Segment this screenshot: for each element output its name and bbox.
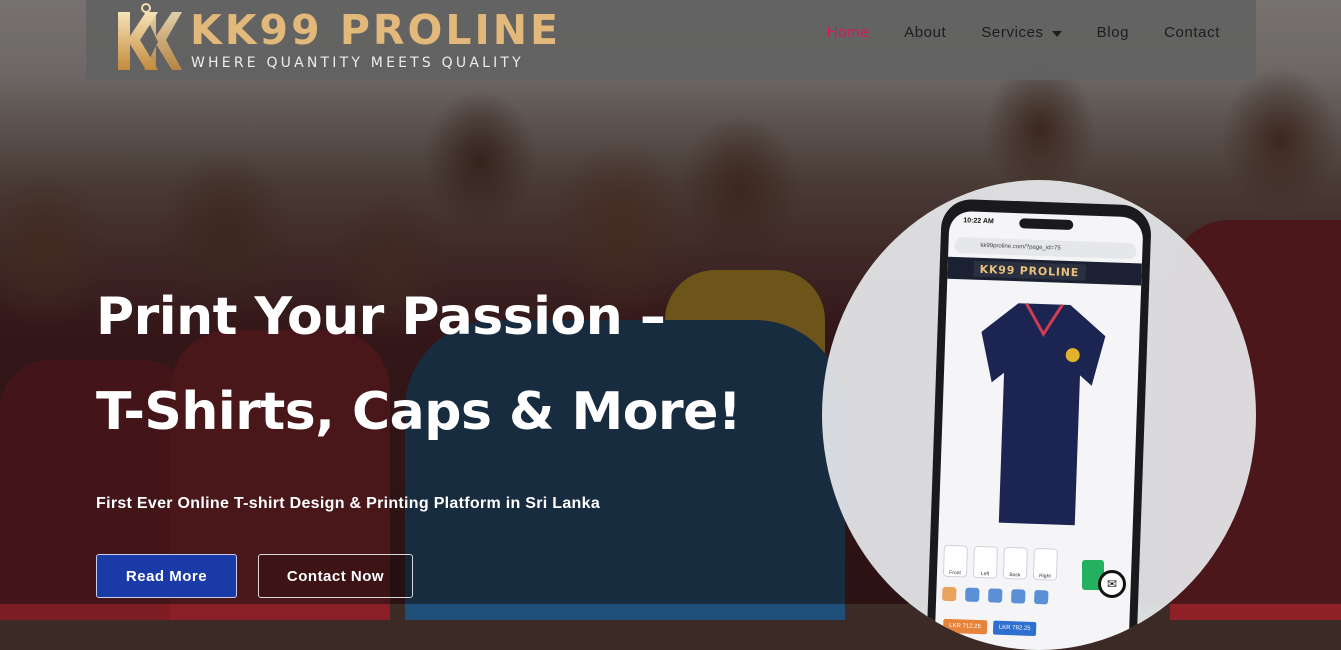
messenger-icon[interactable]: ✉ [1098, 570, 1126, 598]
logo-title: KK99 PROLINE [190, 6, 562, 54]
tool-right: Right [1032, 547, 1058, 581]
main-nav: Home About Services Blog Contact [827, 24, 1220, 41]
hero-subheading: First Ever Online T-shirt Design & Print… [96, 495, 601, 512]
read-more-button[interactable]: Read More [96, 554, 237, 598]
tool-front: Front [942, 544, 968, 578]
price-badge: LKR 782.25 [992, 620, 1037, 637]
action-save [1033, 589, 1049, 605]
logo-tagline: WHERE QUANTITY MEETS QUALITY [191, 55, 524, 71]
site-header: KK99 PROLINE WHERE QUANTITY MEETS QUALIT… [86, 0, 1256, 80]
nav-home[interactable]: Home [827, 24, 869, 41]
contact-now-button[interactable]: Contact Now [258, 554, 413, 598]
phone-status-time: 10:22 AM [963, 217, 994, 226]
hero-headline-line1: Print Your Passion – [96, 287, 666, 347]
price-badge: LKR 712.25 [942, 618, 988, 635]
polo-shirt-icon [981, 302, 1106, 526]
caret-down-icon [1051, 30, 1062, 37]
phone-mockup-circle: 10:22 AM kk99proline.com/?page_id=75 KK9… [822, 180, 1256, 650]
action-options [942, 586, 957, 602]
price-row: LKR 712.25 LKR 782.25 [942, 618, 1121, 639]
logo-mark-icon [118, 3, 182, 70]
tool-left: Left [972, 545, 998, 579]
nav-services[interactable]: Services [981, 24, 1062, 41]
action-product [965, 587, 980, 603]
tool-back: Back [1002, 546, 1028, 580]
phone-notch [1019, 218, 1074, 231]
nav-blog[interactable]: Blog [1097, 24, 1129, 41]
nav-services-label: Services [981, 24, 1044, 41]
action-image [1011, 589, 1026, 604]
action-text [988, 588, 1003, 603]
nav-about[interactable]: About [904, 24, 946, 41]
app-header: KK99 PROLINE [947, 256, 1142, 286]
nav-contact[interactable]: Contact [1164, 24, 1220, 41]
app-logo: KK99 PROLINE [973, 260, 1086, 281]
site-logo[interactable]: KK99 PROLINE WHERE QUANTITY MEETS QUALIT… [106, 2, 566, 76]
hero-headline-line2: T-Shirts, Caps & More! [96, 382, 742, 442]
phone-url-bar: kk99proline.com/?page_id=75 [954, 236, 1137, 260]
